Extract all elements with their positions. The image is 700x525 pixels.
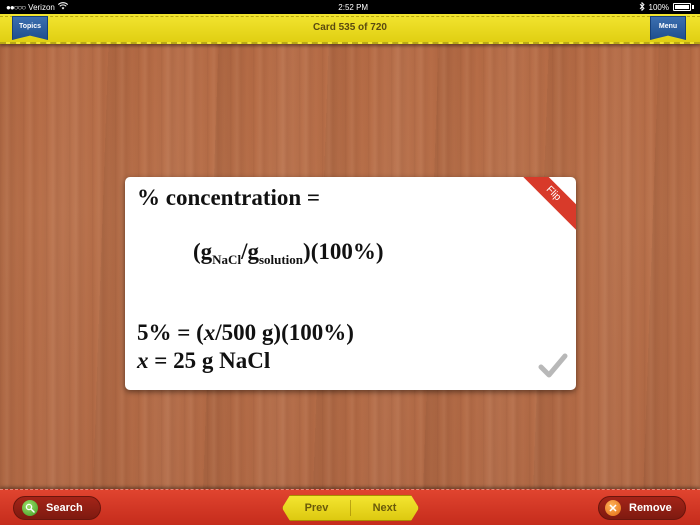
line4-b: = 25 g NaCl: [148, 348, 271, 373]
flip-button[interactable]: Flip: [514, 177, 576, 233]
card-line-1: % concentration =: [137, 185, 321, 210]
prev-next-group: Prev Next: [282, 495, 419, 521]
remove-label: Remove: [629, 502, 672, 514]
card-counter: Card 535 of 720: [313, 22, 387, 33]
flash-card[interactable]: % concentration = (gNaCl/gsolution)(100%…: [125, 177, 576, 390]
card-line-4: x = 25 g NaCl: [137, 348, 270, 374]
prev-button[interactable]: Prev: [283, 496, 350, 520]
next-button[interactable]: Next: [351, 496, 418, 520]
line4-var: x: [137, 348, 149, 373]
signal-icon: ●●○○○: [6, 2, 26, 12]
bluetooth-icon: [639, 1, 645, 13]
line2-sub-solution: solution: [258, 252, 304, 267]
card-line-3: 5% = (x/500 g)(100%): [137, 320, 354, 346]
line3-b: /500 g)(100%): [215, 320, 354, 345]
line3-var: x: [203, 320, 216, 345]
line2-open: (g: [193, 239, 213, 264]
line2-close: )(100%): [303, 239, 384, 264]
line2-sub-nacl: NaCl: [212, 252, 242, 267]
line2-mid: /g: [241, 239, 259, 264]
status-time: 2:52 PM: [338, 2, 369, 12]
battery-percent: 100%: [648, 2, 669, 12]
status-right: 100%: [639, 1, 694, 13]
menu-button[interactable]: Menu: [650, 16, 686, 40]
search-label: Search: [46, 502, 83, 514]
search-button[interactable]: Search: [13, 496, 101, 520]
card-line-2: (gNaCl/gsolution)(100%): [193, 239, 384, 268]
carrier-label: Verizon: [28, 2, 55, 12]
wifi-icon: [57, 2, 68, 12]
line3-a: 5% = (: [137, 320, 204, 345]
top-bar: Topics Card 535 of 720 Menu: [0, 14, 700, 44]
close-icon: ✕: [605, 500, 621, 516]
remove-button[interactable]: ✕ Remove: [598, 496, 686, 520]
status-left: ●●○○○ Verizon: [6, 2, 68, 12]
check-icon[interactable]: [538, 352, 568, 380]
status-bar: ●●○○○ Verizon 2:52 PM 100%: [0, 0, 700, 14]
battery-icon: [673, 3, 691, 11]
bottom-bar: Search Prev Next ✕ Remove: [0, 489, 700, 525]
search-icon: [22, 500, 38, 516]
battery-nub: [692, 5, 694, 9]
